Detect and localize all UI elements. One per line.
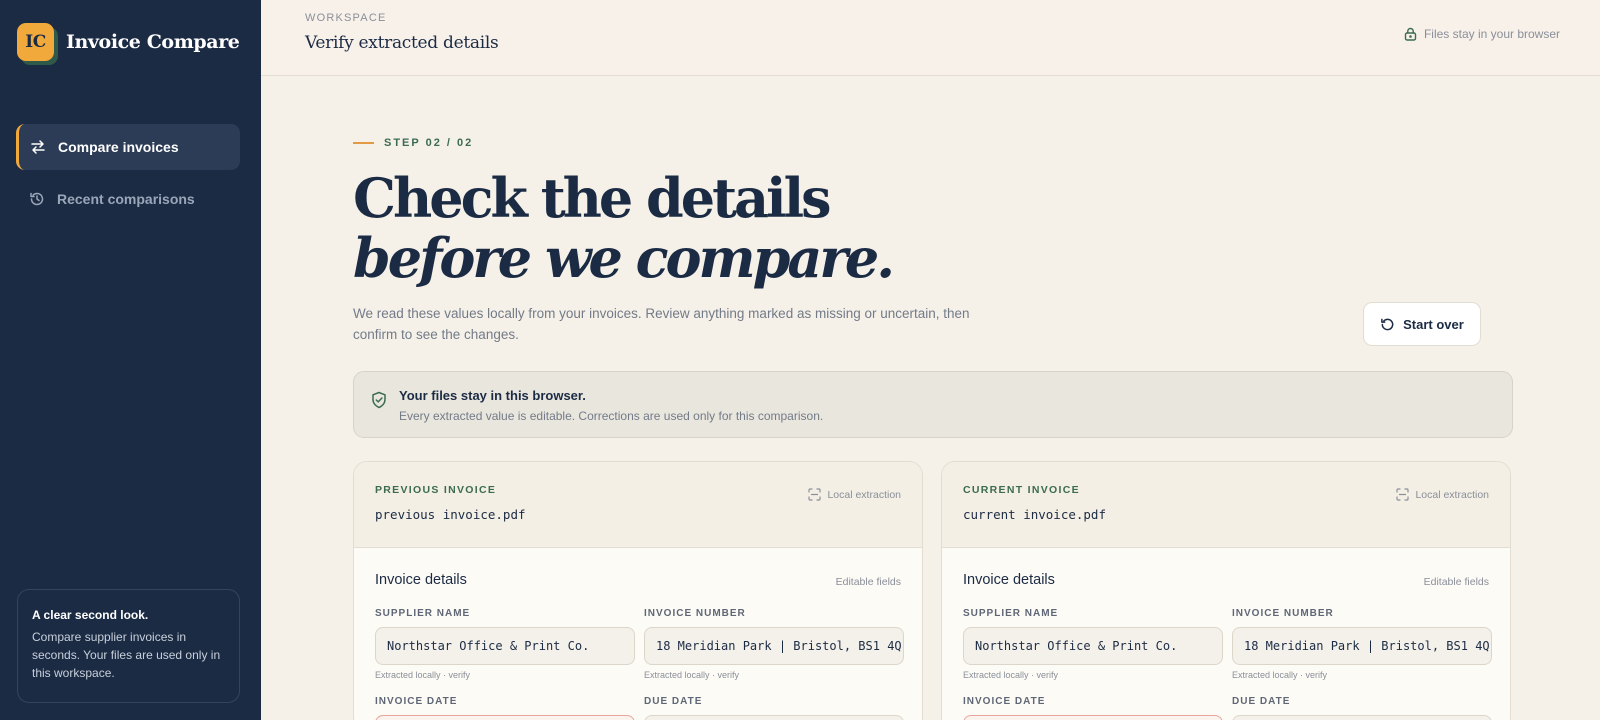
extraction-badge: Local extraction: [1396, 488, 1489, 501]
brand[interactable]: IC Invoice Compare: [17, 23, 240, 65]
field-hint: Extracted locally · verify: [375, 670, 471, 680]
card-header: CURRENT INVOICE current invoice.pdf Loca…: [942, 462, 1510, 548]
sidebar-nav: Compare invoices Recent comparisons: [16, 124, 240, 228]
invoice-date-input[interactable]: [375, 715, 635, 720]
sidebar-item-label: Compare invoices: [58, 139, 179, 155]
badge-text: Local extraction: [1415, 488, 1489, 501]
field-label: DUE DATE: [644, 696, 703, 707]
headline: Check the details before we compare.: [353, 166, 895, 290]
history-icon: [29, 191, 45, 207]
scan-icon: [808, 488, 822, 501]
sidebar-item-label: Recent comparisons: [57, 191, 195, 207]
sidebar-item-recent-comparisons[interactable]: Recent comparisons: [16, 176, 240, 222]
section-aside: Editable fields: [835, 576, 901, 588]
field-hint: Extracted locally · verify: [644, 670, 740, 680]
file-name: current invoice.pdf: [963, 507, 1106, 522]
app-name: Invoice Compare: [66, 31, 240, 53]
swap-arrows-icon: [30, 139, 46, 155]
lock-icon: [1404, 27, 1417, 41]
current-invoice-card: CURRENT INVOICE current invoice.pdf Loca…: [941, 461, 1511, 720]
app-logo: IC: [17, 23, 58, 65]
card-label: CURRENT INVOICE: [963, 484, 1080, 496]
due-date-field: DUE DATE: [644, 696, 904, 720]
notice-text: Every extracted value is editable. Corre…: [399, 409, 824, 423]
field-label: INVOICE NUMBER: [1232, 608, 1334, 619]
due-date-input[interactable]: [1232, 715, 1492, 720]
previous-invoice-card: PREVIOUS INVOICE previous invoice.pdf Lo…: [353, 461, 923, 720]
invoice-date-field: INVOICE DATE: [963, 696, 1223, 720]
section-title: Invoice details: [375, 572, 467, 588]
field-label: SUPPLIER NAME: [963, 608, 1059, 619]
field-label: DUE DATE: [1232, 696, 1291, 707]
invoice-number-field: INVOICE NUMBER 18 Meridian Park | Bristo…: [1232, 608, 1492, 680]
privacy-notice: Your files stay in this browser. Every e…: [353, 371, 1513, 438]
sidebar: IC Invoice Compare Compare invoices Rece…: [0, 0, 261, 720]
sidebar-info-card: A clear second look. Compare supplier in…: [17, 589, 240, 703]
sidebar-card-title: A clear second look.: [32, 608, 149, 622]
field-hint: Extracted locally · verify: [963, 670, 1059, 680]
scan-icon: [1396, 488, 1410, 501]
page-title: Verify extracted details: [305, 33, 499, 53]
invoice-date-input[interactable]: [963, 715, 1223, 720]
privacy-text: Files stay in your browser: [1423, 27, 1560, 41]
extraction-badge: Local extraction: [808, 488, 901, 501]
field-label: INVOICE NUMBER: [644, 608, 746, 619]
file-name: previous invoice.pdf: [375, 507, 526, 522]
shield-check-icon: [371, 391, 387, 414]
due-date-field: DUE DATE: [1232, 696, 1492, 720]
due-date-input[interactable]: [644, 715, 904, 720]
invoice-number-field: INVOICE NUMBER 18 Meridian Park | Bristo…: [644, 608, 904, 680]
card-header: PREVIOUS INVOICE previous invoice.pdf Lo…: [354, 462, 922, 548]
supplier-name-field: SUPPLIER NAME Northstar Office & Print C…: [963, 608, 1223, 680]
privacy-note: Files stay in your browser: [1404, 27, 1560, 41]
supplier-name-field: SUPPLIER NAME Northstar Office & Print C…: [375, 608, 635, 680]
field-label: INVOICE DATE: [375, 696, 458, 707]
invoice-date-field: INVOICE DATE: [375, 696, 635, 720]
lede-text: We read these values locally from your i…: [353, 306, 970, 342]
headline-line-2: before we compare.: [353, 226, 895, 290]
step-text: STEP 02 / 02: [384, 137, 474, 149]
logo-badge: IC: [17, 23, 54, 61]
topbar: WORKSPACE Verify extracted details Files…: [261, 0, 1600, 76]
notice-title: Your files stay in this browser.: [399, 388, 586, 403]
badge-text: Local extraction: [827, 488, 901, 501]
supplier-name-input[interactable]: Northstar Office & Print Co.: [375, 627, 635, 665]
step-line: [353, 142, 374, 144]
field-label: INVOICE DATE: [963, 696, 1046, 707]
invoice-number-input[interactable]: 18 Meridian Park | Bristol, BS1 4Q: [1232, 627, 1492, 665]
headline-line-1: Check the details: [353, 166, 832, 230]
section-aside: Editable fields: [1423, 576, 1489, 588]
sidebar-item-compare-invoices[interactable]: Compare invoices: [16, 124, 240, 170]
card-label: PREVIOUS INVOICE: [375, 484, 497, 496]
refresh-icon: [1380, 317, 1395, 332]
topbar-eyebrow: WORKSPACE: [305, 12, 387, 24]
invoice-number-input[interactable]: 18 Meridian Park | Bristol, BS1 4Q: [644, 627, 904, 665]
sidebar-card-text: Compare supplier invoices in seconds. Yo…: [32, 630, 221, 680]
field-label: SUPPLIER NAME: [375, 608, 471, 619]
section-title: Invoice details: [963, 572, 1055, 588]
start-over-button[interactable]: Start over: [1363, 302, 1481, 346]
start-over-label: Start over: [1403, 316, 1464, 332]
step-indicator: STEP 02 / 02: [353, 137, 473, 149]
field-hint: Extracted locally · verify: [1232, 670, 1328, 680]
supplier-name-input[interactable]: Northstar Office & Print Co.: [963, 627, 1223, 665]
